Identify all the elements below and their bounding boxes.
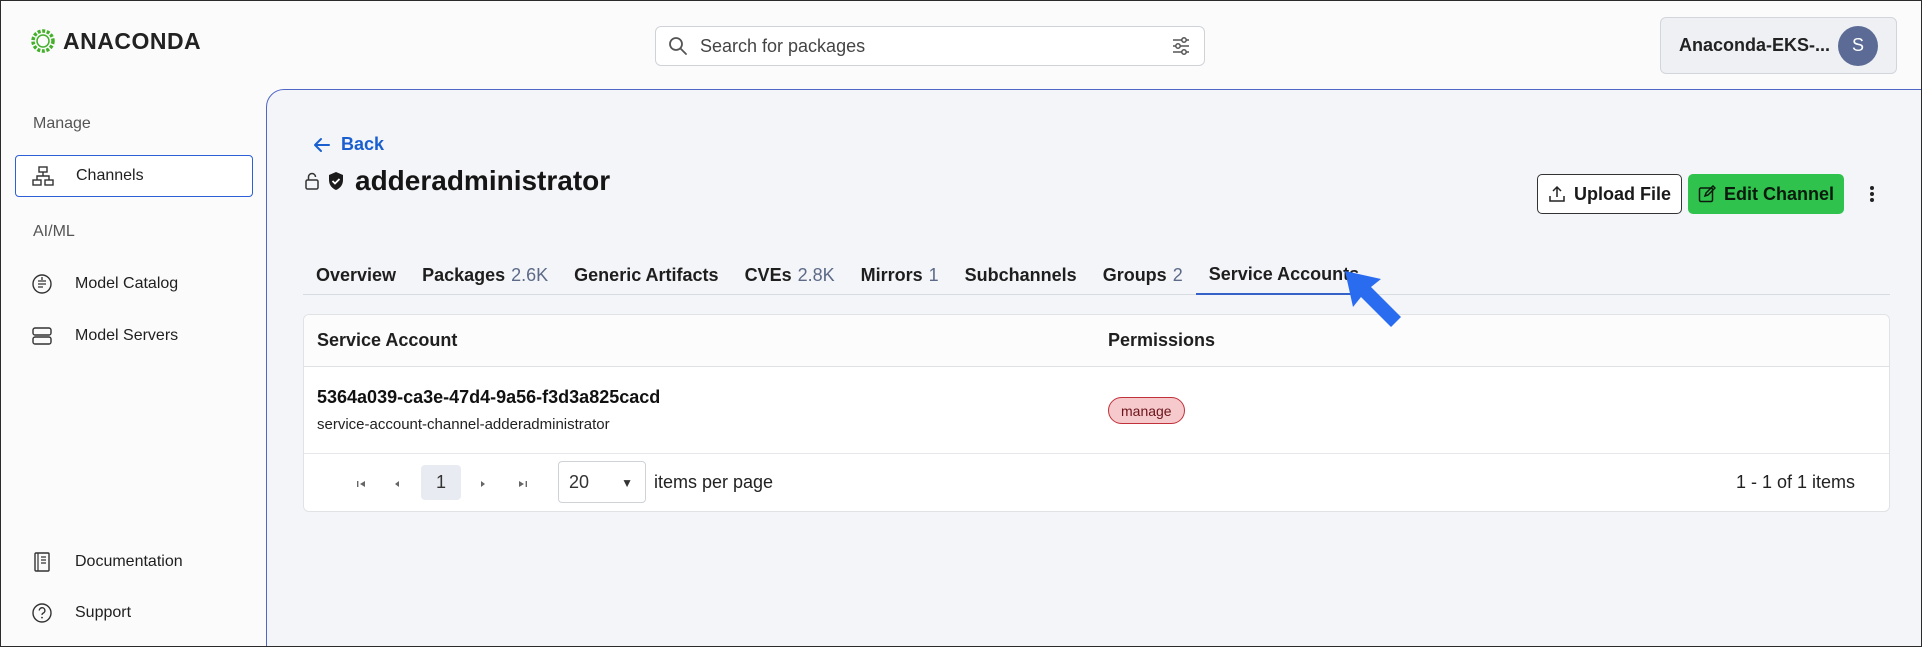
section-label-aiml: AI/ML bbox=[33, 223, 75, 240]
service-accounts-table: Service Account Permissions 5364a039-ca3… bbox=[303, 314, 1890, 512]
sidebar-item-label: Model Servers bbox=[75, 327, 179, 344]
page-size-select[interactable]: 20 ▼ bbox=[558, 461, 646, 503]
sidebar-item-model-catalog[interactable]: Model Catalog bbox=[15, 263, 253, 305]
documentation-icon bbox=[34, 552, 50, 572]
sidebar-item-label: Channels bbox=[76, 167, 144, 184]
sidebar: Manage Channels AI/ML Model Catalog Mode… bbox=[1, 89, 266, 646]
previous-page-button[interactable] bbox=[384, 468, 410, 500]
column-header-service-account[interactable]: Service Account bbox=[317, 330, 1108, 351]
sidebar-item-channels[interactable]: Channels bbox=[15, 155, 253, 197]
app-window: ANACONDA Anaconda-EKS-... S Manage bbox=[0, 0, 1922, 647]
first-page-button[interactable] bbox=[348, 468, 374, 500]
last-page-button[interactable] bbox=[510, 468, 536, 500]
filter-sliders-icon[interactable] bbox=[1170, 35, 1192, 57]
avatar: S bbox=[1838, 25, 1878, 66]
upload-file-label: Upload File bbox=[1574, 183, 1672, 204]
arrow-left-icon bbox=[314, 137, 330, 152]
page-size-value: 20 bbox=[569, 471, 590, 492]
support-icon bbox=[32, 603, 52, 623]
main-panel: Back adderadministrator Upload File Edit… bbox=[266, 89, 1921, 646]
anaconda-logo[interactable]: ANACONDA bbox=[29, 27, 201, 55]
service-account-id: 5364a039-ca3e-47d4-9a56-f3d3a825cacd bbox=[317, 387, 661, 407]
tab-label: Service Accounts bbox=[1208, 263, 1360, 284]
tab-cves[interactable]: CVEs 2.8K bbox=[732, 255, 848, 295]
items-per-page-label: items per page bbox=[654, 472, 774, 492]
last-page-icon bbox=[519, 481, 527, 487]
kebab-menu-icon bbox=[1870, 186, 1874, 202]
tab-label: Overview bbox=[316, 264, 397, 285]
permission-badge: manage bbox=[1108, 397, 1185, 424]
anaconda-ring-icon bbox=[31, 29, 55, 53]
package-search[interactable] bbox=[655, 26, 1205, 66]
edit-channel-label: Edit Channel bbox=[1724, 183, 1835, 204]
channel-tabs: Overview Packages 2.6K Generic Artifacts… bbox=[303, 255, 1890, 295]
edit-icon bbox=[1698, 185, 1716, 203]
tab-count: 2 bbox=[1172, 264, 1183, 285]
sidebar-item-label: Support bbox=[75, 604, 132, 621]
pagination: 1 20 ▼ items per page 1 - 1 of 1 items bbox=[304, 454, 1889, 511]
edit-channel-button[interactable]: Edit Channel bbox=[1688, 174, 1845, 214]
service-account-name: service-account-channel-adderadministrat… bbox=[317, 416, 610, 433]
sidebar-item-documentation[interactable]: Documentation bbox=[15, 541, 253, 583]
upload-file-button[interactable]: Upload File bbox=[1537, 174, 1683, 214]
shield-check-icon bbox=[329, 172, 343, 190]
tab-count: 2.6K bbox=[511, 264, 549, 285]
model-catalog-icon bbox=[32, 274, 52, 294]
search-icon bbox=[669, 37, 687, 55]
caret-right-icon bbox=[481, 481, 485, 487]
tab-mirrors[interactable]: Mirrors 1 bbox=[848, 255, 952, 295]
column-header-permissions[interactable]: Permissions bbox=[1108, 330, 1215, 351]
sidebar-item-support[interactable]: Support bbox=[15, 592, 253, 634]
account-menu[interactable]: Anaconda-EKS-... S bbox=[1660, 17, 1897, 74]
tab-label: Generic Artifacts bbox=[574, 264, 719, 285]
pagination-info: 1 - 1 of 1 items bbox=[1735, 472, 1855, 492]
first-page-icon bbox=[357, 481, 365, 487]
page-title: adderadministrator bbox=[355, 165, 611, 196]
tab-packages[interactable]: Packages 2.6K bbox=[409, 255, 561, 295]
next-page-button[interactable] bbox=[470, 468, 496, 500]
tab-generic-artifacts[interactable]: Generic Artifacts bbox=[561, 255, 731, 295]
current-page[interactable]: 1 bbox=[421, 465, 461, 500]
lock-icon bbox=[305, 172, 319, 190]
tab-subchannels[interactable]: Subchannels bbox=[952, 255, 1090, 295]
annotation-arrow-icon bbox=[1345, 271, 1401, 327]
more-options-button[interactable] bbox=[1862, 180, 1882, 208]
channels-icon bbox=[32, 166, 54, 186]
search-input[interactable] bbox=[700, 35, 1170, 57]
tab-label: CVEs bbox=[744, 264, 792, 285]
tab-count: 2.8K bbox=[797, 264, 835, 285]
tab-label: Subchannels bbox=[964, 264, 1077, 285]
table-header: Service Account Permissions bbox=[304, 315, 1889, 367]
sidebar-item-label: Model Catalog bbox=[75, 275, 179, 292]
table-row[interactable]: 5364a039-ca3e-47d4-9a56-f3d3a825cacd ser… bbox=[304, 367, 1889, 454]
title-row: adderadministrator bbox=[303, 165, 610, 197]
logo-text: ANACONDA bbox=[63, 27, 202, 54]
upload-icon bbox=[1549, 185, 1565, 202]
account-name: Anaconda-EKS-... bbox=[1679, 35, 1831, 55]
tab-count: 1 bbox=[928, 264, 939, 285]
caret-left-icon bbox=[395, 481, 399, 487]
back-label: Back bbox=[341, 134, 385, 154]
tab-label: Mirrors bbox=[860, 264, 923, 285]
top-header: ANACONDA Anaconda-EKS-... S bbox=[1, 1, 1921, 89]
chevron-down-icon: ▼ bbox=[621, 476, 633, 490]
sidebar-item-label: Documentation bbox=[75, 553, 183, 570]
tab-label: Packages bbox=[422, 264, 506, 285]
tab-overview[interactable]: Overview bbox=[303, 255, 409, 295]
tab-label: Groups bbox=[1102, 264, 1167, 285]
tab-groups[interactable]: Groups 2 bbox=[1090, 255, 1196, 295]
model-servers-icon bbox=[32, 327, 52, 345]
section-label-manage: Manage bbox=[33, 115, 91, 132]
sidebar-item-model-servers[interactable]: Model Servers bbox=[15, 315, 253, 357]
back-link[interactable]: Back bbox=[313, 134, 384, 155]
